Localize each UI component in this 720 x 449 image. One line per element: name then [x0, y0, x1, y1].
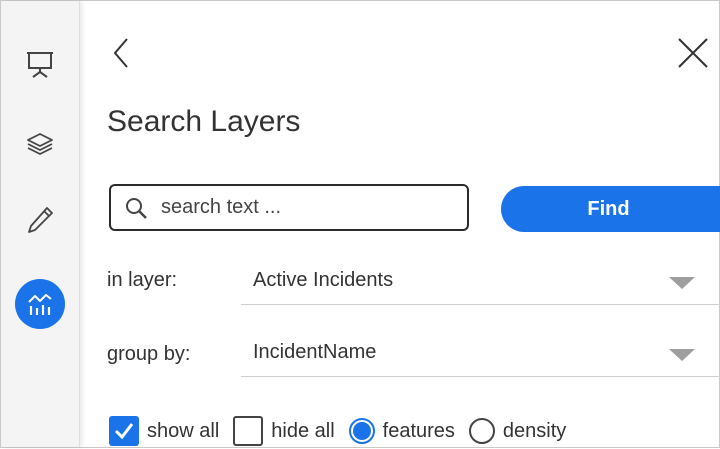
features-label: features	[382, 419, 455, 442]
presentation-icon	[27, 52, 53, 78]
layers-button[interactable]	[15, 119, 65, 169]
page-title: Search Layers	[107, 105, 301, 138]
close-icon	[678, 38, 708, 68]
features-radio[interactable]	[348, 418, 375, 444]
back-button[interactable]	[107, 33, 137, 73]
search-layers-window: Search Layers Find in layer: Active Inci…	[0, 0, 720, 448]
analytics-button[interactable]	[15, 279, 65, 329]
search-icon	[121, 193, 151, 223]
analytics-icon	[28, 294, 52, 315]
draw-button[interactable]	[15, 195, 65, 245]
density-label: density	[502, 419, 567, 442]
chevron-down-icon	[669, 277, 695, 289]
density-radio[interactable]	[468, 418, 495, 444]
chevron-down-icon	[669, 349, 695, 361]
show-all-label: show all	[147, 419, 220, 442]
presentation-button[interactable]	[15, 39, 65, 89]
layer-select[interactable]: Active Incidents	[241, 255, 720, 305]
find-button[interactable]: Find	[501, 186, 720, 232]
group-by-select[interactable]: IncidentName	[241, 327, 720, 377]
close-button[interactable]	[673, 33, 713, 73]
group-by-select-value: IncidentName	[253, 341, 377, 363]
layer-label: in layer:	[107, 269, 178, 291]
group-by-label: group by:	[107, 343, 191, 365]
checkmark-icon	[114, 423, 134, 440]
display-options: show all hide all features density	[109, 413, 580, 449]
show-all-checkbox[interactable]	[109, 416, 139, 446]
hide-all-label: hide all	[271, 419, 335, 442]
pencil-icon	[28, 207, 53, 233]
layers-icon	[27, 133, 53, 155]
hide-all-checkbox[interactable]	[233, 416, 264, 446]
search-input[interactable]	[161, 196, 441, 219]
side-rail	[1, 1, 80, 447]
chevron-left-icon	[113, 38, 128, 68]
layer-select-value: Active Incidents	[253, 269, 394, 291]
search-field[interactable]	[109, 184, 469, 231]
